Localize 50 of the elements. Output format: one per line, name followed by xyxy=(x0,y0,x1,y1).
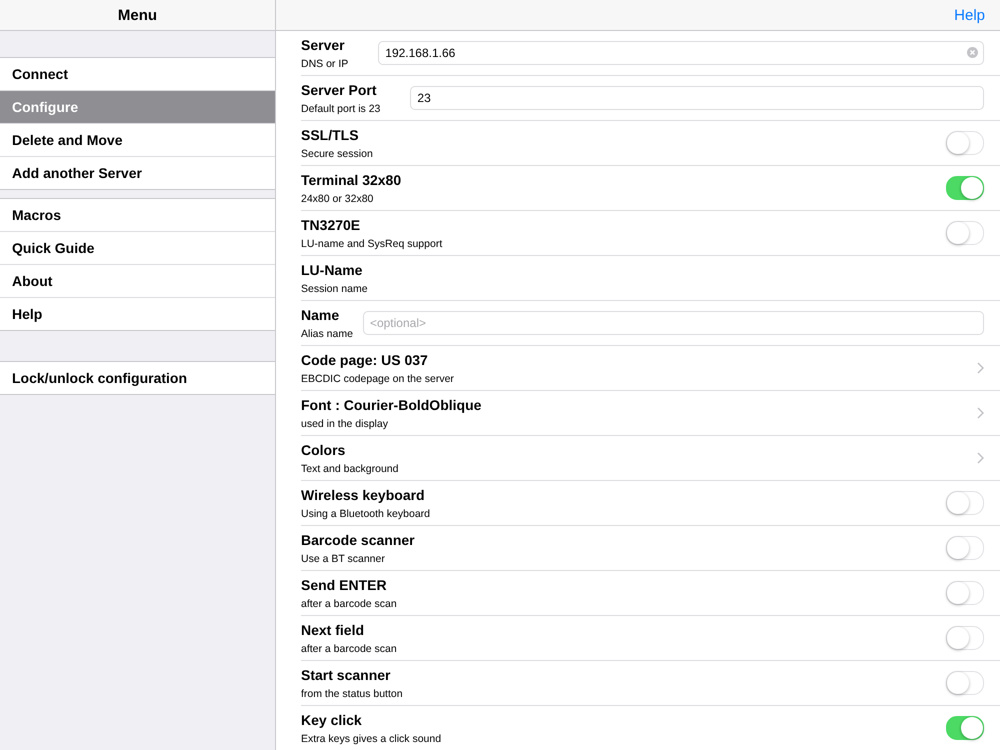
toggle-switch[interactable] xyxy=(946,536,984,560)
toggle-switch[interactable] xyxy=(946,221,984,245)
setting-subtitle: used in the display xyxy=(301,418,389,430)
toggle-switch[interactable] xyxy=(946,581,984,605)
setting-title: Start scanner xyxy=(301,666,392,682)
text-field[interactable]: <optional> xyxy=(362,311,984,335)
setting-title: Font : Courier-BoldOblique xyxy=(301,396,482,412)
setting-title: TN3270E xyxy=(301,216,362,232)
toggle-switch[interactable] xyxy=(946,716,984,740)
setting-title: Server Port xyxy=(301,82,378,98)
setting-subtitle: Use a BT scanner xyxy=(301,552,386,564)
setting-title: Next field xyxy=(301,622,366,638)
setting-subtitle: EBCDIC codepage on the server xyxy=(301,372,454,384)
setting-title: Send ENTER xyxy=(301,576,388,592)
setting-title: Key click xyxy=(301,712,363,728)
setting-title: Server xyxy=(301,36,346,52)
toggle-switch[interactable] xyxy=(946,626,984,650)
setting-title: Terminal 32x80 xyxy=(301,172,402,188)
help-link[interactable]: Help xyxy=(954,6,985,24)
chevron-right-icon xyxy=(977,362,984,374)
chevron-right-icon xyxy=(977,452,984,464)
setting-subtitle: Default port is 23 xyxy=(301,102,380,114)
clear-icon[interactable] xyxy=(967,47,978,58)
setting-title: Wireless keyboard xyxy=(301,486,426,502)
text-field[interactable]: 23 xyxy=(410,86,984,110)
toggle-switch[interactable] xyxy=(946,491,984,515)
setting-subtitle: after a barcode scan xyxy=(301,642,397,654)
setting-subtitle: from the status button xyxy=(301,688,403,700)
setting-subtitle: LU-name and SysReq support xyxy=(301,238,442,250)
setting-subtitle: 24x80 or 32x80 xyxy=(301,192,374,204)
chevron-right-icon xyxy=(977,407,984,419)
setting-title: Barcode scanner xyxy=(301,532,415,548)
setting-title: Name xyxy=(301,306,340,322)
setting-title: SSL/TLS xyxy=(301,126,360,142)
setting-title: LU-Name xyxy=(301,262,364,278)
setting-subtitle: Secure session xyxy=(301,148,373,160)
setting-subtitle: after a barcode scan xyxy=(301,598,397,610)
setting-subtitle: Alias name xyxy=(301,328,353,340)
text-field[interactable]: 192.168.1.66 xyxy=(378,41,984,65)
toggle-switch[interactable] xyxy=(946,131,984,155)
setting-subtitle: Text and background xyxy=(301,462,398,474)
setting-title: Colors xyxy=(301,442,346,458)
toggle-switch[interactable] xyxy=(946,671,984,695)
setting-subtitle: Extra keys gives a click sound xyxy=(301,732,442,744)
toggle-switch[interactable] xyxy=(946,176,984,200)
setting-title: Code page: US 037 xyxy=(301,352,429,368)
sidebar-title: Menu xyxy=(118,6,158,24)
setting-subtitle: Using a Bluetooth keyboard xyxy=(301,508,430,520)
setting-subtitle: Session name xyxy=(301,282,368,294)
setting-subtitle: DNS or IP xyxy=(301,58,348,70)
